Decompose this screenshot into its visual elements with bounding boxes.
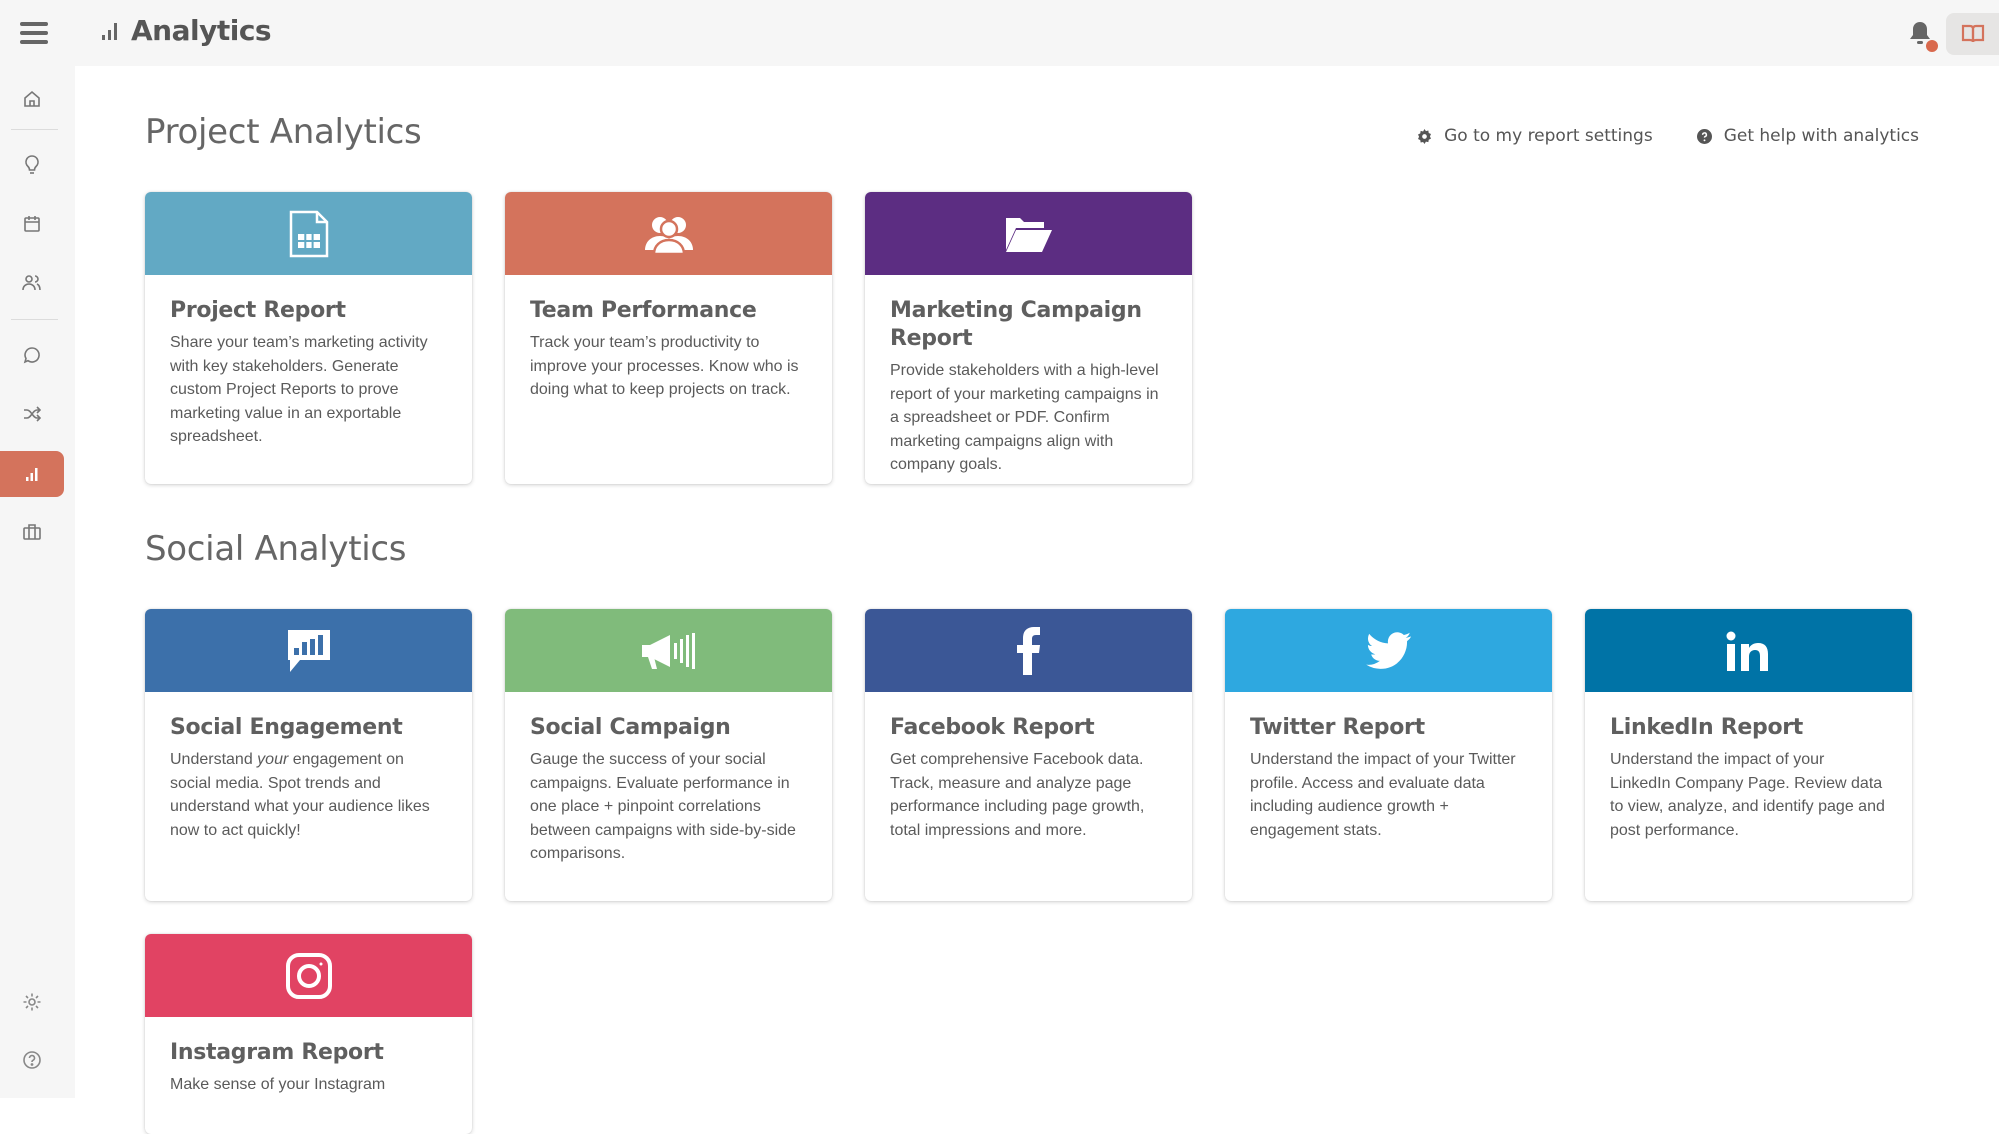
report-settings-label: Go to my report settings: [1444, 126, 1653, 146]
chat-chart-icon: [287, 629, 330, 672]
desc-emphasis: your: [257, 751, 289, 768]
card-description: Make sense of your Instagram: [170, 1076, 386, 1093]
card-description: Share your team’s marketing activity wit…: [170, 334, 428, 445]
shuffle-icon: [24, 406, 41, 422]
card-description: Provide stakeholders with a high-level r…: [890, 362, 1159, 473]
section-title-project: Project Analytics: [145, 112, 422, 152]
social-campaign-card[interactable]: Social Campaign Gauge the success of you…: [505, 609, 832, 901]
sidebar-item-settings[interactable]: [0, 979, 64, 1025]
home-icon: [24, 90, 40, 107]
card-header: [1225, 609, 1552, 692]
card-header: [865, 192, 1192, 275]
folder-open-icon: [1005, 217, 1052, 252]
sidebar-item-help[interactable]: [0, 1037, 64, 1083]
analytics-help-label: Get help with analytics: [1723, 126, 1919, 146]
desc-text: Understand: [170, 751, 258, 768]
calendar-icon: [24, 216, 40, 232]
card-description: Get comprehensive Facebook data. Track, …: [890, 751, 1145, 839]
card-header: [145, 934, 472, 1017]
card-description: Understand your engagement on social med…: [170, 748, 448, 842]
card-description: Gauge the success of your social campaig…: [530, 751, 796, 862]
guide-button[interactable]: [1946, 13, 1999, 55]
sidebar: [0, 66, 75, 1098]
card-header: [505, 609, 832, 692]
sidebar-item-calendar[interactable]: [0, 201, 64, 247]
bar-chart-icon: [102, 22, 117, 40]
card-title: Team Performance: [530, 298, 757, 323]
card-title: Social Engagement: [170, 715, 403, 740]
sidebar-item-team[interactable]: [0, 260, 64, 306]
card-description: Understand the impact of your LinkedIn C…: [1610, 751, 1885, 839]
card-title: Twitter Report: [1250, 715, 1425, 740]
gear-icon: [23, 993, 41, 1011]
sidebar-item-chat[interactable]: [0, 332, 64, 378]
card-header: [1585, 609, 1912, 692]
megaphone-icon: [641, 632, 695, 669]
hamburger-menu-icon[interactable]: [18, 18, 50, 48]
marketing-campaign-report-card[interactable]: Marketing Campaign Report Provide stakeh…: [865, 192, 1192, 484]
sidebar-item-workflows[interactable]: [0, 391, 64, 437]
project-report-card[interactable]: Project Report Share your team’s marketi…: [145, 192, 472, 484]
social-engagement-card[interactable]: Social Engagement Understand your engage…: [145, 609, 472, 901]
notification-badge: [1926, 40, 1938, 52]
sidebar-divider: [11, 319, 58, 320]
gear-icon: [1418, 128, 1432, 144]
instagram-report-card[interactable]: Instagram Report Make sense of your Inst…: [145, 934, 472, 1134]
twitter-report-card[interactable]: Twitter Report Understand the impact of …: [1225, 609, 1552, 901]
report-settings-link[interactable]: Go to my report settings: [1417, 126, 1653, 146]
lightbulb-icon: [25, 155, 39, 174]
instagram-icon: [285, 952, 332, 999]
card-header: [865, 609, 1192, 692]
card-title: Facebook Report: [890, 715, 1095, 740]
card-title: LinkedIn Report: [1610, 715, 1804, 740]
card-header: [505, 192, 832, 275]
section-title-social: Social Analytics: [145, 529, 407, 569]
main-content: Project Analytics Go to my report settin…: [75, 66, 1999, 1134]
card-title: Instagram Report: [170, 1040, 384, 1065]
chat-bubble-icon: [23, 347, 40, 364]
briefcase-icon: [23, 524, 41, 540]
facebook-report-card[interactable]: Facebook Report Get comprehensive Facebo…: [865, 609, 1192, 901]
twitter-icon: [1365, 631, 1411, 669]
team-performance-card[interactable]: Team Performance Track your team’s produ…: [505, 192, 832, 484]
page-header: Analytics: [102, 14, 272, 47]
users-icon: [22, 275, 41, 291]
book-open-icon: [1961, 24, 1984, 43]
sidebar-item-analytics[interactable]: [0, 451, 64, 497]
top-bar: Analytics: [0, 0, 1999, 66]
analytics-icon: [26, 468, 38, 481]
team-icon: [644, 216, 693, 254]
linkedin-icon: [1726, 631, 1768, 671]
header-links: Go to my report settings Get help with a…: [1417, 126, 1919, 146]
linkedin-report-card[interactable]: LinkedIn Report Understand the impact of…: [1585, 609, 1912, 901]
question-circle-icon: [1696, 128, 1712, 144]
sidebar-item-ideas[interactable]: [0, 142, 64, 188]
spreadsheet-icon: [289, 210, 328, 257]
card-title: Social Campaign: [530, 715, 731, 740]
sidebar-item-briefcase[interactable]: [0, 509, 64, 555]
card-title: Project Report: [170, 298, 346, 323]
help-circle-icon: [23, 1051, 41, 1069]
card-title: Marketing Campaign Report: [890, 298, 1142, 351]
page-title: Analytics: [131, 14, 272, 47]
facebook-icon: [1016, 626, 1040, 675]
card-description: Understand the impact of your Twitter pr…: [1250, 751, 1516, 839]
sidebar-divider: [11, 129, 58, 130]
analytics-help-link[interactable]: Get help with analytics: [1696, 126, 1919, 146]
card-description: Track your team’s productivity to improv…: [530, 334, 799, 398]
card-header: [145, 609, 472, 692]
sidebar-item-home[interactable]: [0, 76, 64, 122]
card-header: [145, 192, 472, 275]
notifications-button[interactable]: [1908, 20, 1938, 52]
